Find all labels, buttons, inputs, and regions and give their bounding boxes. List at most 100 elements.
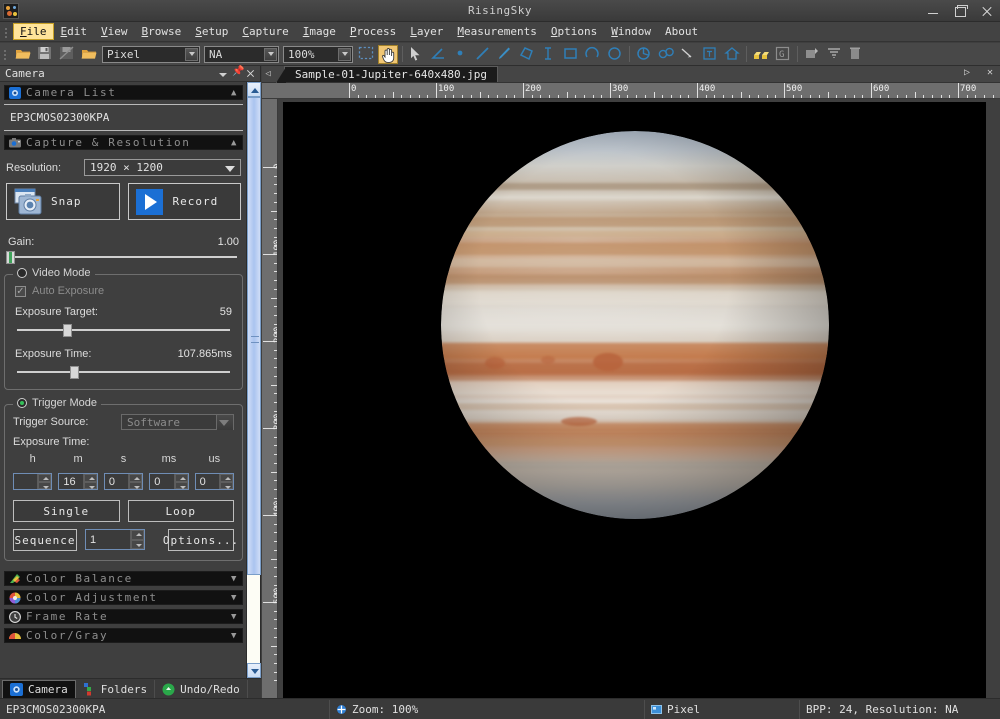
chevron-down-icon[interactable]: ▼ — [228, 612, 238, 622]
arrow-select-icon[interactable] — [407, 45, 427, 64]
calibration-dropdown[interactable]: NA — [204, 45, 279, 63]
menu-item-browse[interactable]: Browse — [135, 23, 189, 40]
trigger-time-stepper-us[interactable] — [219, 474, 234, 489]
exposure-time-slider[interactable] — [15, 365, 232, 379]
auto-exposure-checkbox[interactable] — [15, 284, 26, 297]
gain-slider[interactable] — [6, 250, 239, 264]
chevron-down-icon[interactable] — [185, 47, 198, 61]
panel-close-icon[interactable] — [244, 67, 258, 81]
trigger-source-dropdown[interactable]: Software — [121, 414, 234, 430]
menu-item-edit[interactable]: Edit — [54, 23, 95, 40]
collapsed-group-color-gray[interactable]: Color/Gray ▼ — [4, 628, 243, 643]
menu-item-measurements[interactable]: Measurements — [450, 23, 543, 40]
menu-item-options[interactable]: Options — [544, 23, 604, 40]
polygon-icon[interactable] — [517, 45, 537, 64]
point-icon[interactable] — [451, 45, 471, 64]
video-mode-legend[interactable]: Video Mode — [13, 267, 95, 279]
menu-item-process[interactable]: Process — [343, 23, 403, 40]
options-button[interactable]: Options... — [163, 529, 238, 551]
maximize-icon[interactable] — [953, 4, 968, 18]
trigger-time-field-m[interactable]: 16 — [58, 473, 98, 490]
save-as-icon[interactable] — [57, 45, 77, 64]
panel-collapse-caret-icon[interactable] — [216, 67, 230, 81]
group-capture-resolution-header[interactable]: Capture & Resolution ▲ — [4, 135, 243, 150]
camera-panel-scrollbar[interactable] — [246, 82, 261, 678]
menu-item-image[interactable]: Image — [296, 23, 343, 40]
menu-item-file[interactable]: File — [13, 23, 54, 40]
layer-icon[interactable] — [802, 45, 822, 64]
trigger-time-stepper-ms[interactable] — [173, 474, 188, 489]
image-canvas[interactable] — [283, 102, 986, 698]
open-folder-icon[interactable] — [13, 45, 33, 64]
minimize-icon[interactable] — [926, 4, 940, 18]
menu-item-capture[interactable]: Capture — [235, 23, 295, 40]
chevron-down-icon[interactable]: ▼ — [228, 574, 238, 584]
close-tab-icon[interactable]: ✕ — [984, 67, 996, 79]
exposure-target-slider[interactable] — [15, 323, 232, 337]
menu-item-setup[interactable]: Setup — [188, 23, 235, 40]
collapsed-group-color-adjustment[interactable]: Color Adjustment ▼ — [4, 590, 243, 605]
menu-item-view[interactable]: View — [94, 23, 135, 40]
left-tab-undo-redo[interactable]: Undo/Redo — [155, 679, 248, 699]
loop-button[interactable]: Loop — [127, 500, 234, 522]
marquee-select-icon[interactable] — [356, 45, 376, 64]
line-icon[interactable] — [473, 45, 493, 64]
menu-grip-icon[interactable] — [3, 25, 9, 39]
delete-icon[interactable] — [846, 45, 866, 64]
pan-hand-icon[interactable] — [378, 44, 398, 64]
sequence-count-stepper[interactable]: 1 — [85, 529, 145, 550]
left-tab-camera[interactable]: Camera — [2, 679, 76, 699]
grayscale-icon[interactable]: G — [773, 45, 793, 64]
prev-tab-icon[interactable]: ◁ — [262, 69, 274, 79]
trigger-time-stepper-h[interactable] — [37, 474, 52, 489]
record-button[interactable]: Record — [127, 183, 241, 220]
left-tab-folders[interactable]: Folders — [76, 679, 156, 699]
toolbar-grip-icon[interactable] — [2, 47, 8, 61]
rectangle-icon[interactable] — [561, 45, 581, 64]
arc-icon[interactable] — [583, 45, 603, 64]
circle-icon[interactable] — [605, 45, 625, 64]
unit-dropdown[interactable]: Pixel — [102, 45, 200, 63]
vertical-ruler[interactable]: 0 100 200 300 400 500 — [262, 99, 278, 698]
sequence-stepper-buttons[interactable] — [130, 530, 144, 549]
trigger-time-field-h[interactable] — [13, 473, 53, 490]
menu-item-layer[interactable]: Layer — [403, 23, 450, 40]
scrollbar-thumb[interactable] — [247, 97, 261, 575]
zoom-dropdown[interactable]: 100% — [283, 45, 353, 63]
scroll-up-icon[interactable] — [247, 82, 261, 97]
close-icon[interactable] — [980, 4, 994, 18]
browse-folder-icon[interactable] — [79, 45, 99, 64]
single-button[interactable]: Single — [13, 500, 120, 522]
trigger-time-stepper-s[interactable] — [128, 474, 143, 489]
trigger-time-field-us[interactable]: 0 — [194, 473, 235, 490]
gain-slider-thumb[interactable] — [6, 251, 16, 264]
text-icon[interactable] — [700, 45, 720, 64]
menu-item-about[interactable]: About — [658, 23, 705, 40]
group-camera-list-header[interactable]: Camera List ▲ — [4, 85, 243, 100]
chevron-down-icon[interactable] — [264, 47, 277, 61]
sequence-button[interactable]: Sequence — [13, 529, 77, 551]
horizontal-ruler[interactable]: 0 100 200 300 400 500 600 700 — [262, 83, 1000, 99]
chevron-down-icon[interactable]: ▼ — [228, 631, 238, 641]
arrow-line-icon[interactable] — [678, 45, 698, 64]
pencil-icon[interactable] — [495, 45, 515, 64]
save-icon[interactable] — [35, 45, 55, 64]
vertical-line-icon[interactable] — [539, 45, 559, 64]
chevron-down-icon[interactable] — [338, 47, 351, 61]
align-icon[interactable] — [824, 45, 844, 64]
next-tab-icon[interactable]: ▷ — [961, 67, 973, 79]
camera-list-selected-item[interactable]: EP3CMOS02300KPA — [4, 104, 243, 131]
angle-icon[interactable] — [429, 45, 449, 64]
collapsed-group-frame-rate[interactable]: Frame Rate ▼ — [4, 609, 243, 624]
resolution-dropdown[interactable]: 1920 × 1200 — [84, 159, 241, 176]
exposure-time-thumb[interactable] — [69, 366, 79, 379]
document-tab[interactable]: Sample-01-Jupiter-640x480.jpg — [284, 66, 499, 82]
chevron-up-icon[interactable]: ▲ — [228, 138, 238, 148]
canvas-viewport[interactable] — [279, 100, 1000, 698]
chevron-up-icon[interactable]: ▲ — [228, 88, 238, 98]
scroll-down-icon[interactable] — [247, 663, 261, 678]
pie-icon[interactable] — [634, 45, 654, 64]
two-circle-icon[interactable] — [656, 45, 676, 64]
collapsed-group-color-balance[interactable]: Color Balance ▼ — [4, 571, 243, 586]
video-mode-radio[interactable] — [17, 268, 27, 278]
